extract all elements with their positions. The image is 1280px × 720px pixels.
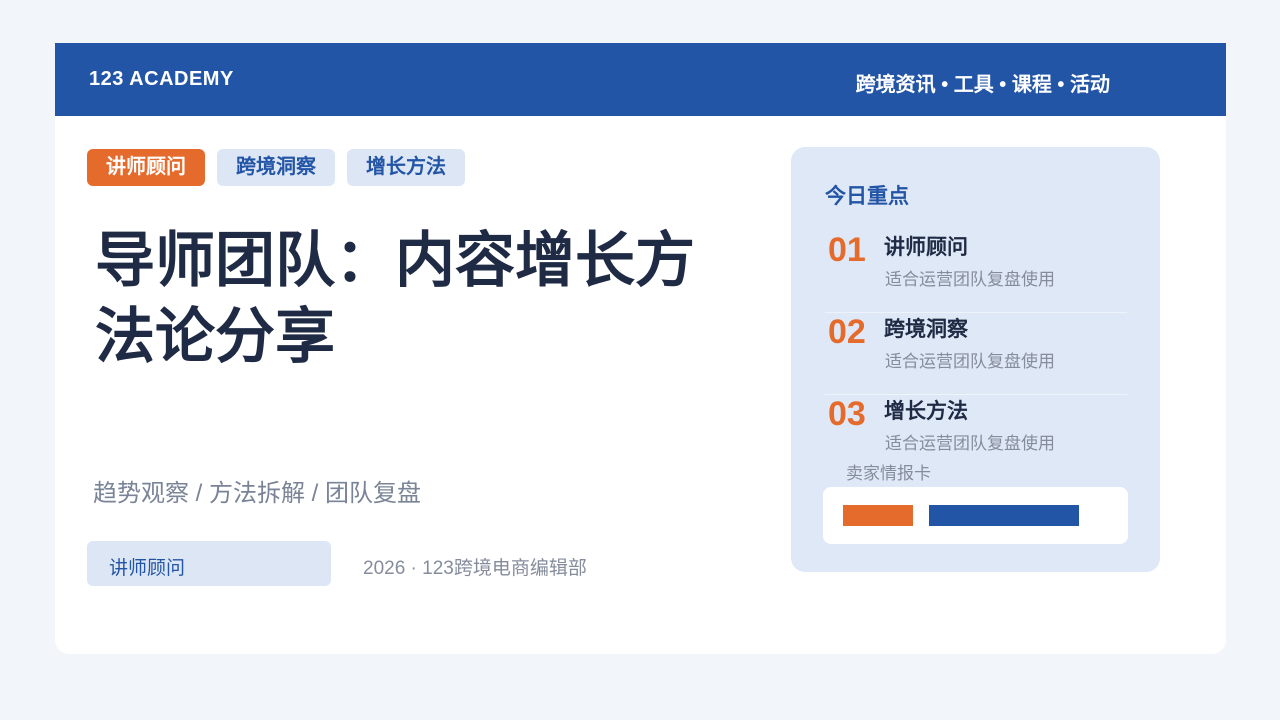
highlight-item[interactable]: 01 讲师顾问 适合运营团队复盘使用 (825, 231, 1127, 313)
tag-insight[interactable]: 跨境洞察 (217, 149, 335, 186)
highlight-title: 跨境洞察 (884, 318, 968, 341)
page-title: 导师团队：内容增长方法论分享 (95, 227, 695, 370)
highlight-number: 03 (828, 395, 866, 433)
tag-growth[interactable]: 增长方法 (347, 149, 465, 186)
highlight-title: 讲师顾问 (884, 236, 968, 259)
highlights-panel: 今日重点 01 讲师顾问 适合运营团队复盘使用 02 跨境洞察 适合运营团队复盘… (791, 147, 1160, 572)
top-bar: 123 ACADEMY 跨境资讯 • 工具 • 课程 • 活动 (55, 43, 1226, 116)
subtitle: 趋势观察 / 方法拆解 / 团队复盘 (93, 480, 422, 507)
highlight-item[interactable]: 02 跨境洞察 适合运营团队复盘使用 (825, 313, 1127, 395)
footer-meta: 2026 · 123跨境电商编辑部 (363, 558, 587, 579)
cover-card: 123 ACADEMY 跨境资讯 • 工具 • 课程 • 活动 讲师顾问 跨境洞… (55, 43, 1226, 654)
highlight-number: 01 (828, 231, 866, 269)
highlight-desc: 适合运营团队复盘使用 (885, 270, 1055, 289)
highlight-title: 增长方法 (884, 400, 968, 423)
author-label: 讲师顾问 (109, 558, 186, 579)
seller-card[interactable] (823, 487, 1128, 544)
tag-list: 讲师顾问 跨境洞察 增长方法 (87, 149, 465, 186)
brand-logo-text[interactable]: 123 ACADEMY (89, 68, 234, 91)
accent-bar-orange (843, 505, 913, 526)
seller-card-label: 卖家情报卡 (846, 464, 931, 483)
top-nav[interactable]: 跨境资讯 • 工具 • 课程 • 活动 (856, 68, 1110, 97)
highlight-number: 02 (828, 313, 866, 351)
highlight-desc: 适合运营团队复盘使用 (885, 352, 1055, 371)
panel-title: 今日重点 (825, 185, 909, 208)
accent-bar-blue (929, 505, 1079, 526)
highlight-desc: 适合运营团队复盘使用 (885, 434, 1055, 453)
author-badge: 讲师顾问 (87, 541, 331, 586)
tag-advisor[interactable]: 讲师顾问 (87, 149, 205, 186)
